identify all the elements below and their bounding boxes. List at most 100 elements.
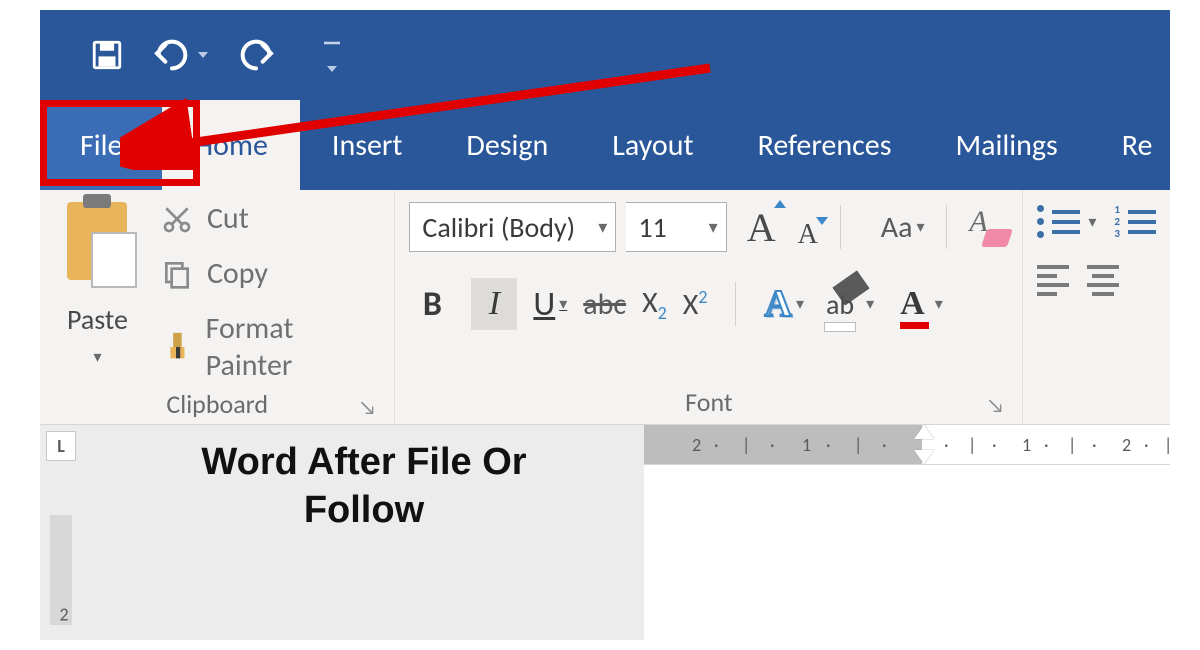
first-line-indent-marker[interactable] [914, 425, 934, 439]
document-area: L 2 Word After File Or Follow 2 · | · 1 … [40, 425, 1170, 640]
shrink-font-label: A [798, 219, 818, 250]
ruler-mark: · [1144, 434, 1149, 456]
text-effects-button[interactable]: A ▾ [764, 282, 803, 326]
strike-label: abc [583, 286, 626, 323]
superscript-button[interactable]: X2 [683, 286, 708, 323]
paste-button[interactable]: Paste [67, 302, 128, 337]
bullets-button[interactable]: ▾ [1037, 205, 1096, 238]
tab-review[interactable]: Re [1090, 100, 1170, 190]
bold-button[interactable]: B [409, 278, 455, 330]
tab-design-label: Design [466, 127, 548, 164]
customize-qat-button[interactable] [322, 39, 342, 72]
font-size-combo[interactable]: 11 ▾ [626, 202, 726, 252]
group-paragraph-label [1037, 382, 1156, 424]
group-font-label: Font ↘ [409, 382, 1008, 424]
ruler-tick: 2 [1122, 434, 1131, 456]
paste-dropdown[interactable]: ▾ [93, 347, 101, 367]
grow-font-button[interactable]: A [747, 204, 776, 251]
italic-button[interactable]: I [471, 278, 517, 330]
ruler-mark: · [714, 434, 719, 456]
caret-up-icon [774, 200, 786, 208]
chevron-down-icon[interactable]: ▾ [866, 294, 874, 314]
font-color-button[interactable]: A ▾ [900, 285, 943, 323]
subscript-sub: 2 [658, 302, 667, 324]
tab-stop-selector[interactable]: L [46, 431, 76, 461]
change-case-button[interactable]: Aa ▾ [863, 209, 925, 246]
underline-button[interactable]: U ▾ [533, 284, 567, 325]
font-launcher[interactable]: ↘ [987, 394, 1005, 418]
copy-icon [159, 258, 195, 290]
clear-formatting-button[interactable]: A [969, 205, 1008, 249]
group-paragraph: ▾ 123 [1022, 190, 1170, 424]
chevron-down-icon: ▾ [709, 216, 718, 238]
clipboard-launcher[interactable]: ↘ [359, 396, 377, 420]
caret-down-icon [816, 217, 828, 225]
highlight-button[interactable]: ab ▾ [826, 287, 874, 322]
numbering-button[interactable]: 123 [1114, 204, 1156, 239]
vertical-ruler[interactable]: 2 [50, 515, 72, 625]
group-clipboard: Paste ▾ Cut [40, 190, 394, 424]
document-page[interactable] [644, 465, 1170, 640]
paste-icon[interactable] [67, 202, 127, 280]
ruler-mark: · [944, 434, 949, 456]
copy-button[interactable]: Copy [159, 255, 380, 292]
tab-home-label: Home [194, 127, 267, 164]
chevron-down-icon[interactable]: ▾ [1088, 212, 1096, 232]
annotation-line2: Follow [201, 487, 526, 535]
tab-references-label: References [758, 127, 892, 164]
font-color-label: A [900, 285, 925, 323]
format-painter-button[interactable]: Format Painter [159, 310, 380, 384]
ruler-mark: · [1092, 434, 1097, 456]
chevron-down-icon[interactable]: ▾ [935, 294, 943, 314]
font-name-combo[interactable]: Calibri (Body) ▾ [409, 202, 616, 252]
chevron-down-icon [327, 66, 337, 72]
ruler-mark: · [992, 434, 997, 456]
paintbrush-icon [159, 330, 194, 364]
ruler-mark: | [1068, 434, 1076, 456]
tab-layout-label: Layout [612, 127, 693, 164]
save-button[interactable] [90, 38, 124, 72]
scissors-icon [159, 203, 195, 235]
tab-design[interactable]: Design [434, 100, 580, 190]
tab-file[interactable]: File [40, 100, 162, 190]
horizontal-ruler[interactable]: 2 · | · 1 · | · · | · 1 · | · 2 [644, 425, 1170, 465]
align-center-button[interactable] [1087, 265, 1119, 296]
redo-icon [236, 38, 276, 72]
format-painter-label: Format Painter [206, 310, 381, 384]
subscript-button[interactable]: X2 [642, 284, 667, 324]
tab-review-label: Re [1122, 127, 1153, 164]
divider [946, 205, 947, 249]
chevron-down-icon[interactable]: ▾ [796, 294, 804, 314]
ribbon-tabs: File Home Insert Design Layout Reference… [40, 100, 1170, 190]
font-name-value: Calibri (Body) [422, 210, 575, 245]
ruler-mark: | [1164, 434, 1170, 456]
shrink-font-button[interactable]: A [798, 219, 818, 251]
ruler-mark: · [882, 434, 887, 456]
ruler-ticks: 2 · | · 1 · | · · | · 1 · | · 2 [644, 425, 1170, 464]
subscript-base: X [642, 284, 658, 321]
undo-button[interactable] [152, 38, 208, 72]
bold-label: B [423, 284, 442, 325]
undo-icon [152, 38, 192, 72]
align-left-button[interactable] [1037, 265, 1069, 296]
save-icon [90, 38, 124, 72]
tab-layout[interactable]: Layout [580, 100, 725, 190]
bullets-icon [1037, 205, 1044, 238]
left-gutter: L 2 [40, 425, 84, 640]
cut-button[interactable]: Cut [159, 200, 380, 237]
group-clipboard-label: Clipboard ↘ [54, 384, 380, 426]
chevron-down-icon[interactable]: ▾ [559, 294, 567, 314]
tab-home[interactable]: Home [162, 100, 299, 190]
tab-insert[interactable]: Insert [300, 100, 435, 190]
cut-label: Cut [207, 200, 249, 237]
redo-button[interactable] [236, 38, 276, 72]
text-effects-label: A [764, 282, 791, 326]
ruler-tick: 1 [802, 434, 811, 456]
numbering-icon: 123 [1114, 204, 1120, 239]
undo-dropdown-icon[interactable] [198, 52, 208, 58]
tab-mailings[interactable]: Mailings [923, 100, 1089, 190]
strikethrough-button[interactable]: abc [583, 286, 626, 323]
tab-references[interactable]: References [726, 100, 924, 190]
numbering-lines-icon [1128, 210, 1156, 234]
hanging-indent-marker[interactable] [914, 450, 934, 464]
